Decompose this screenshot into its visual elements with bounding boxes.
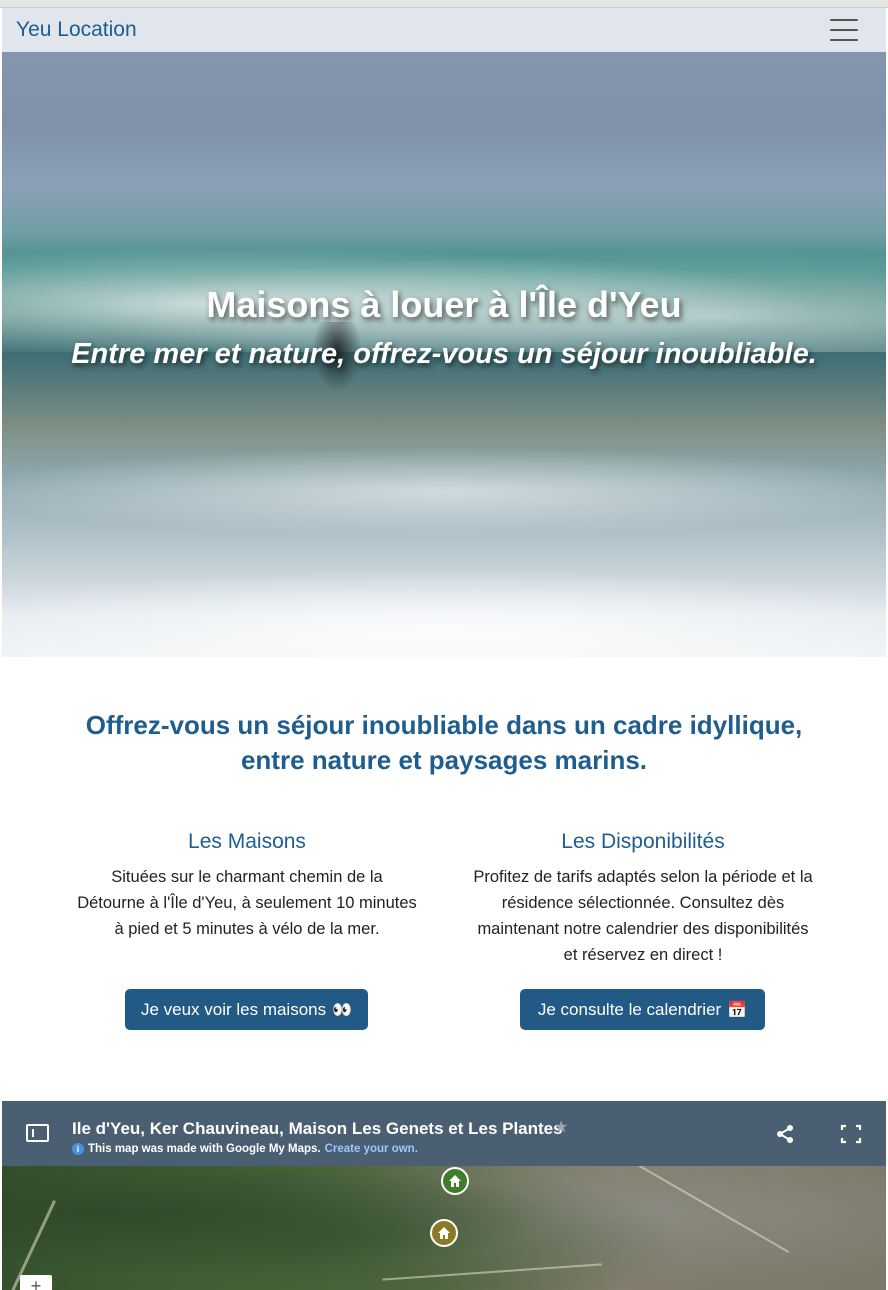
house-marker-icon[interactable]: [441, 1167, 469, 1195]
sidebar-toggle-icon[interactable]: [26, 1124, 49, 1142]
section-disponibilites-text: Profitez de tarifs adaptés selon la péri…: [473, 868, 813, 964]
shore-foam: [2, 572, 886, 657]
hero-banner: Maisons à louer à l'Île d'Yeu Entre mer …: [2, 52, 886, 657]
hamburger-menu-icon[interactable]: [830, 19, 858, 41]
section-maisons-text: Situées sur le charmant chemin de la Dét…: [77, 868, 417, 938]
section-maisons-title: Les Maisons: [188, 830, 306, 853]
map-title[interactable]: Ile d'Yeu, Ker Chauvineau, Maison Les Ge…: [72, 1119, 563, 1139]
map-info: i This map was made with Google My Maps.…: [72, 1143, 418, 1155]
info-icon: i: [72, 1143, 84, 1155]
eyes-icon: 👀: [332, 1000, 353, 1019]
embedded-map[interactable]: Ile d'Yeu, Ker Chauvineau, Maison Les Ge…: [2, 1101, 886, 1290]
map-header: Ile d'Yeu, Ker Chauvineau, Maison Les Ge…: [2, 1101, 886, 1166]
wave-foam: [2, 447, 886, 537]
hero-subtitle: Entre mer et nature, offrez-vous un séjo…: [71, 338, 817, 370]
calendar-label: Je consulte le calendrier: [537, 999, 722, 1019]
map-road: [382, 1263, 602, 1281]
map-info-text: This map was made with Google My Maps.: [88, 1143, 321, 1155]
hero-title: Maisons à louer à l'Île d'Yeu: [206, 284, 682, 325]
view-houses-button[interactable]: Je veux voir les maisons 👀: [125, 989, 368, 1030]
star-icon[interactable]: ★: [554, 1117, 568, 1137]
zoom-in-button[interactable]: +: [20, 1275, 52, 1290]
intro-line-2: entre nature et paysages marins.: [240, 745, 648, 775]
section-maisons: Les Maisons Situées sur le charmant chem…: [77, 830, 417, 942]
map-road: [614, 1151, 790, 1253]
intro-heading: Offrez-vous un séjour inoubliable dans u…: [60, 708, 828, 778]
create-map-link[interactable]: Create your own.: [325, 1143, 418, 1155]
section-disponibilites: Les Disponibilités Profitez de tarifs ad…: [473, 830, 813, 968]
section-disponibilites-title: Les Disponibilités: [561, 830, 725, 853]
calendar-button[interactable]: Je consulte le calendrier 📅: [520, 989, 765, 1030]
house-marker-icon[interactable]: [430, 1219, 458, 1247]
intro-line-1: Offrez-vous un séjour inoubliable dans u…: [85, 710, 803, 740]
calendar-icon: 📅: [727, 1000, 748, 1019]
navbar: Yeu Location: [2, 8, 886, 52]
share-icon[interactable]: [775, 1124, 795, 1144]
view-houses-label: Je veux voir les maisons: [140, 999, 327, 1019]
brand-link[interactable]: Yeu Location: [16, 18, 137, 42]
browser-top-strip: [0, 0, 888, 8]
fullscreen-icon[interactable]: [840, 1124, 862, 1144]
